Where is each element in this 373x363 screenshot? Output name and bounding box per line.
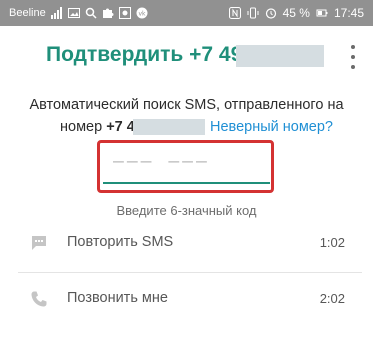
status-bar: Beeline vk 45 % 17:45	[0, 0, 373, 26]
redacted-number	[133, 119, 205, 135]
vk-icon: vk	[136, 7, 148, 19]
call-me-label: Позвонить мне	[67, 290, 168, 306]
verify-phone-screen: Beeline vk 45 % 17:45 Подтвердить +7 495…	[0, 0, 373, 363]
image-icon	[67, 7, 80, 19]
resend-sms-button[interactable]: Повторить SMS 1:02	[0, 223, 373, 263]
photo-icon	[118, 7, 131, 19]
page-title: Подтвердить +7 495	[46, 43, 254, 66]
battery-percent: 45 %	[282, 6, 310, 20]
code-input[interactable]: ––– –––	[113, 151, 210, 172]
puzzle-icon	[102, 7, 114, 19]
option-divider	[18, 272, 362, 273]
vibrate-icon	[247, 7, 259, 19]
resend-sms-label: Повторить SMS	[67, 234, 174, 250]
resend-sms-timer: 1:02	[319, 235, 345, 250]
search-icon	[85, 7, 97, 19]
wrong-number-link[interactable]: Неверный номер?	[210, 119, 333, 135]
battery-icon	[316, 7, 328, 19]
phone-icon	[30, 290, 48, 308]
status-bar-left: Beeline vk	[9, 7, 148, 19]
redacted-phone-suffix	[236, 45, 324, 67]
call-me-timer: 2:02	[319, 291, 345, 306]
number-prefix: номер	[60, 119, 107, 135]
alarm-icon	[265, 7, 277, 19]
clock: 17:45	[333, 6, 364, 20]
nfc-icon	[228, 7, 241, 19]
sms-search-text: Автоматический поиск SMS, отправленного …	[29, 97, 344, 113]
call-me-button[interactable]: Позвонить мне 2:02	[0, 279, 373, 319]
code-input-underline	[103, 182, 270, 184]
status-bar-right: 45 % 17:45	[228, 6, 364, 20]
carrier-name: Beeline	[9, 7, 46, 19]
svg-text:vk: vk	[138, 11, 146, 18]
more-vert-icon[interactable]	[347, 45, 359, 69]
code-hint: Введите 6-значный код	[116, 203, 257, 218]
signal-icon	[50, 7, 63, 19]
message-icon	[30, 234, 48, 252]
